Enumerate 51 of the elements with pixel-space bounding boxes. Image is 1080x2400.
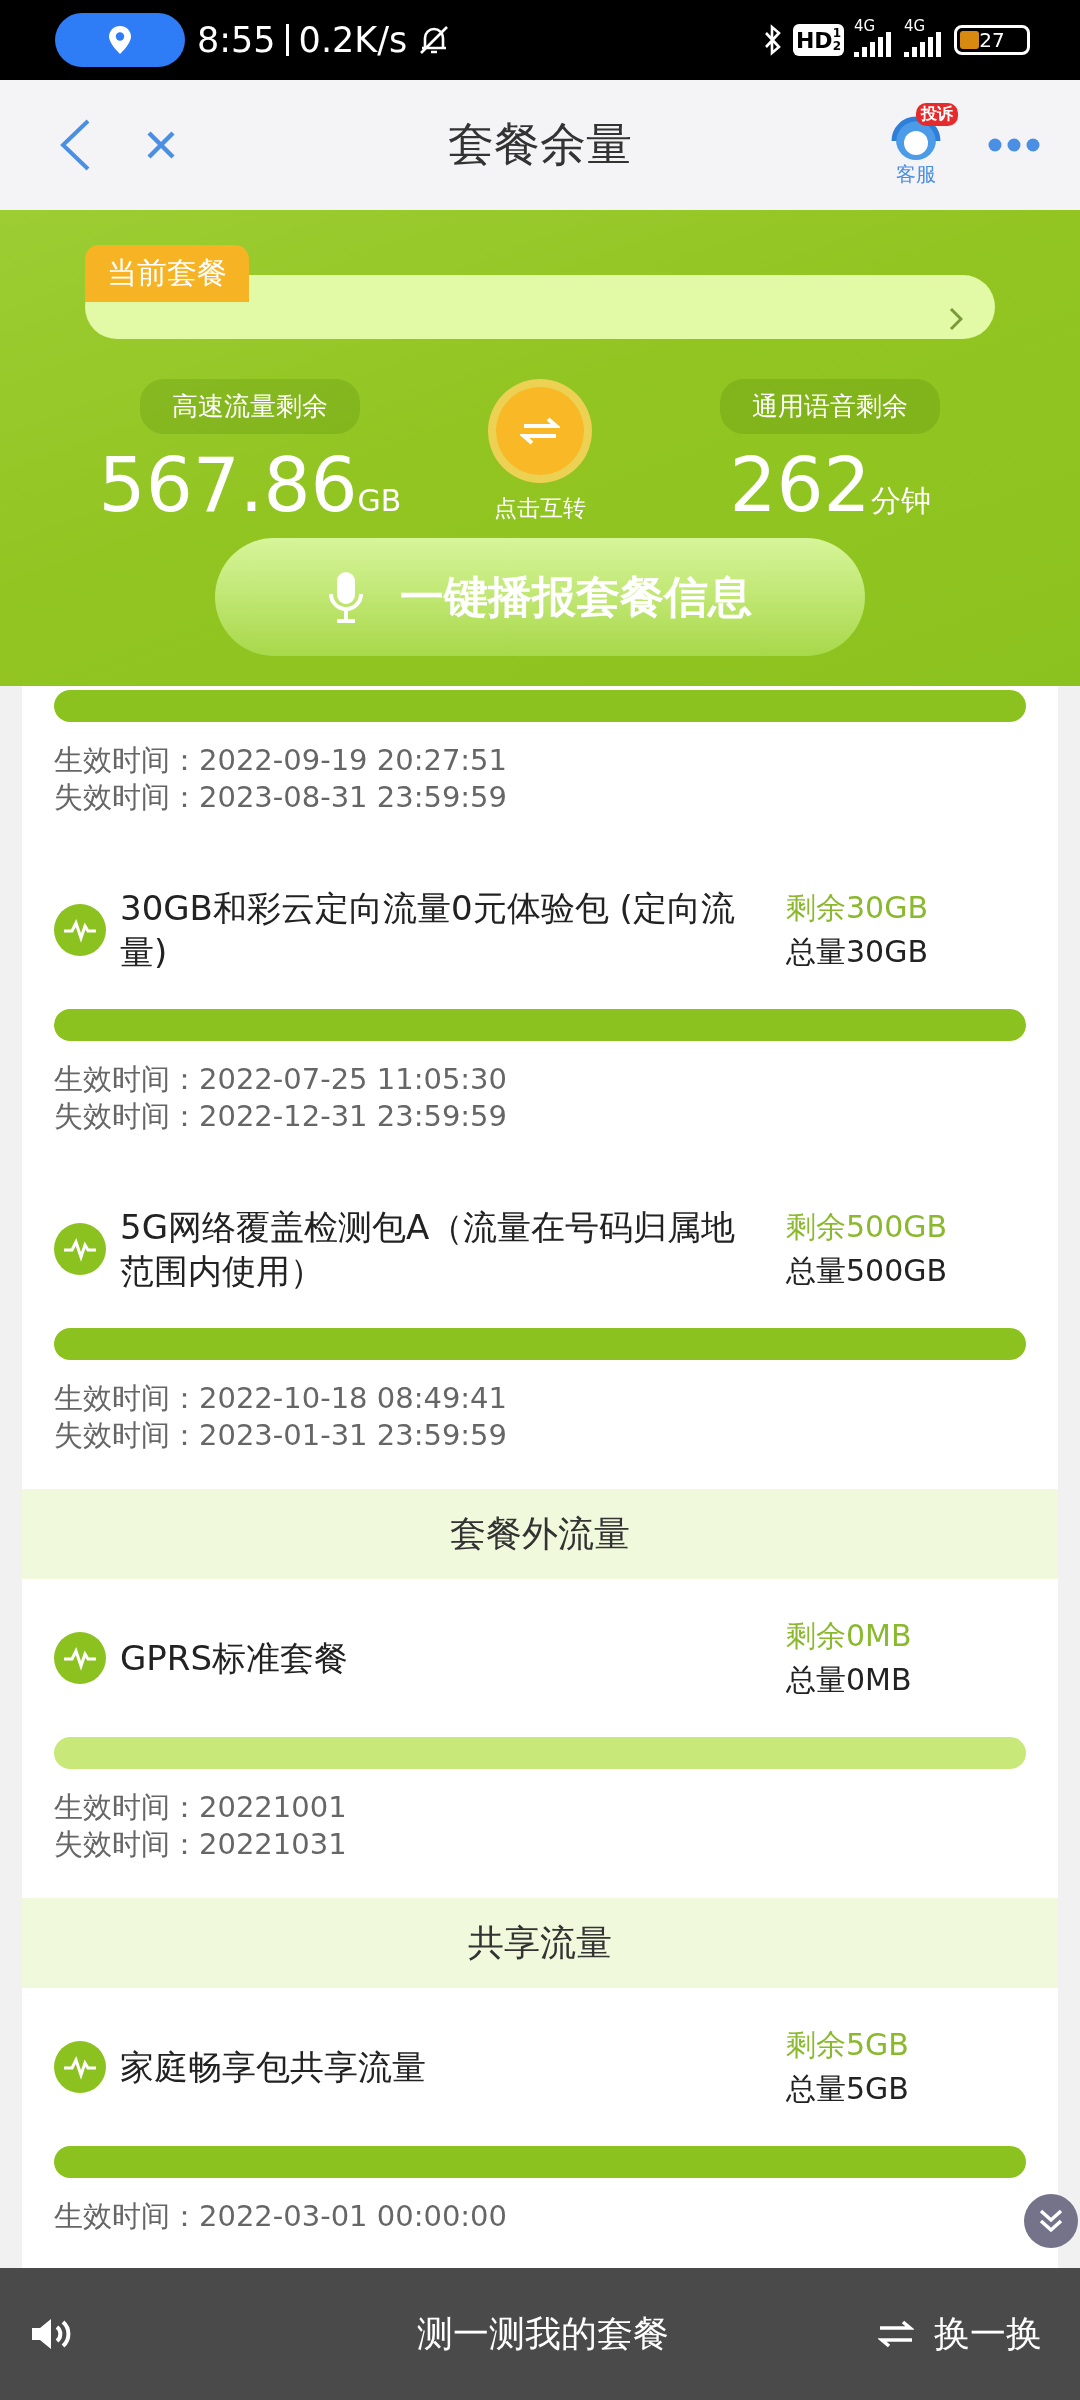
pulse-icon xyxy=(54,904,106,956)
chevron-right-icon xyxy=(949,307,963,331)
microphone-icon xyxy=(328,570,364,624)
customer-service-button[interactable]: 投诉 客服 xyxy=(874,102,958,188)
network-speed: 0.2K/s xyxy=(298,20,408,60)
total-amount: 总量500GB xyxy=(786,1252,949,1290)
test-my-plan-text: 测一测我的套餐 xyxy=(416,2311,670,2356)
section-header: 套餐外流量 xyxy=(22,1489,1058,1579)
package-name: 家庭畅享包共享流量 xyxy=(120,2046,427,2089)
voice-remaining: 262 分钟 xyxy=(729,448,931,522)
scroll-down-button[interactable] xyxy=(1024,2194,1078,2248)
switch-button[interactable]: 换一换 xyxy=(870,2309,1050,2359)
package-name: 30GB和彩云定向流量0元体验包 (定向流量) xyxy=(120,887,736,974)
remaining-amount: 剩余500GB xyxy=(786,1208,949,1246)
data-remaining: 567.86GB xyxy=(98,448,402,522)
location-pill[interactable] xyxy=(55,13,185,67)
validity-date: 失效时间：2022-12-31 23:59:59 xyxy=(54,1098,508,1135)
voice-label: 通用语音剩余 xyxy=(720,379,940,434)
package-name: GPRS标准套餐 xyxy=(120,1637,350,1680)
clock-time: 8:55 xyxy=(197,20,276,60)
validity-date: 失效时间：2023-08-31 23:59:59 xyxy=(54,779,508,816)
bluetooth-icon xyxy=(762,23,783,57)
validity-date: 生效时间：2022-07-25 11:05:30 xyxy=(54,1061,508,1098)
total-amount: 总量0MB xyxy=(786,1661,913,1699)
total-amount: 总量5GB xyxy=(786,2070,910,2108)
validity-date: 失效时间：2023-01-31 23:59:59 xyxy=(54,1417,508,1454)
swap-arrows-icon xyxy=(520,416,560,446)
validity-date: 生效时间：2022-03-01 00:00:00 xyxy=(54,2198,508,2235)
remaining-amount: 剩余30GB xyxy=(786,889,929,927)
page-title: 套餐余量 xyxy=(448,116,632,173)
section-header: 共享流量 xyxy=(22,1898,1058,1988)
swap-arrows-icon xyxy=(878,2320,914,2348)
more-icon[interactable] xyxy=(988,138,1040,152)
validity-date: 生效时间：2022-09-19 20:27:51 xyxy=(54,742,508,779)
remaining-amount: 剩余0MB xyxy=(786,1617,913,1655)
close-icon[interactable] xyxy=(146,130,176,160)
remaining-amount: 剩余5GB xyxy=(786,2026,910,2064)
pulse-icon xyxy=(54,1632,106,1684)
data-label: 高速流量剩余 xyxy=(140,379,360,434)
back-icon[interactable] xyxy=(58,118,92,172)
pulse-icon xyxy=(54,1223,106,1275)
package-name: 5G网络覆盖检测包A（流量在号码归属地范围内使用） xyxy=(120,1206,737,1293)
swap-label: 点击互转 xyxy=(494,494,586,523)
plan-tag: 当前套餐 xyxy=(85,245,249,302)
pulse-icon xyxy=(54,2041,106,2093)
total-amount: 总量30GB xyxy=(786,933,929,971)
validity-date: 生效时间：20221001 xyxy=(54,1789,348,1826)
location-pin-icon xyxy=(108,25,132,55)
battery-indicator: 27 xyxy=(954,25,1030,55)
validity-date: 失效时间：20221031 xyxy=(54,1826,348,1863)
validity-date: 生效时间：2022-10-18 08:49:41 xyxy=(54,1380,508,1417)
